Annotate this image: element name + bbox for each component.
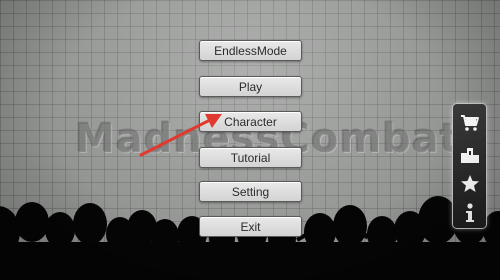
shop-button[interactable] <box>453 107 486 138</box>
cart-icon <box>460 114 479 131</box>
info-button[interactable] <box>453 197 486 228</box>
leaderboard-button[interactable] <box>453 138 486 169</box>
podium-icon <box>460 147 479 163</box>
rate-button[interactable] <box>453 168 486 199</box>
annotation-arrow <box>139 114 222 157</box>
star-icon <box>460 175 479 192</box>
info-icon <box>465 202 474 222</box>
game-screen: MadnessCombat EndlessMode Play Character… <box>0 0 500 280</box>
side-panel <box>453 104 486 228</box>
